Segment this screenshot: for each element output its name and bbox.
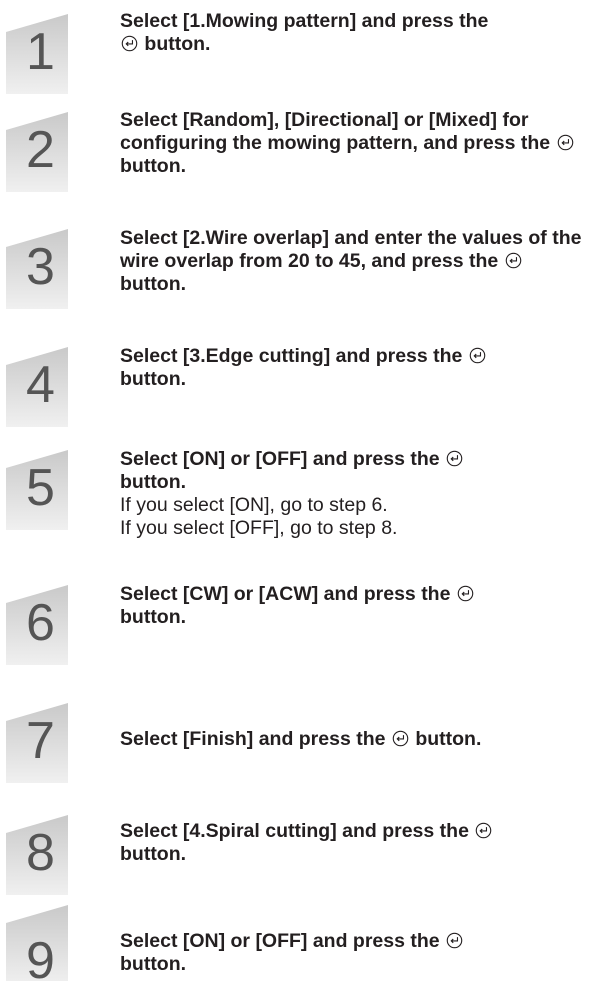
enter-button-icon [446, 450, 463, 467]
instruction-text: Select [3.Edge cutting] and press the [120, 345, 463, 367]
step-number: 5 [26, 459, 55, 517]
instruction-text-end: button. [120, 606, 187, 628]
instruction-text: Select [4.Spiral cutting] and press the [120, 820, 469, 842]
instruction-text-end: button. [120, 471, 187, 493]
enter-button-icon [121, 35, 138, 52]
instruction-text-end: button. [120, 273, 187, 295]
step-number-badge: 5 [6, 450, 68, 530]
instruction-text: Select [ON] or [OFF] and press the [120, 448, 440, 470]
step-number-badge: 2 [6, 112, 68, 192]
step-instruction: Select [CW] or [ACW] and press the butto… [120, 583, 592, 629]
step-number-badge: 4 [6, 347, 68, 427]
step-note: If you select [ON], go to step 6. [120, 494, 388, 516]
enter-button-icon [505, 252, 521, 269]
enter-button-icon [469, 347, 486, 364]
instruction-text: Select [1.Mowing pattern] and press the [120, 10, 489, 32]
step-number-badge: 1 [6, 14, 68, 94]
step-number-badge: 6 [6, 585, 68, 665]
step-instruction: Select [2.Wire overlap] and enter the va… [120, 227, 592, 296]
enter-button-icon [446, 932, 463, 949]
step-number: 3 [26, 238, 55, 296]
instruction-text-end: button. [120, 953, 187, 975]
step-note: If you select [OFF], go to step 8. [120, 517, 398, 539]
step-instruction: Select [4.Spiral cutting] and press the … [120, 820, 592, 866]
enter-button-icon [392, 730, 409, 747]
step-number-badge: 7 [6, 703, 68, 783]
step-instruction: Select [Random], [Directional] or [Mixed… [120, 109, 592, 178]
step-number: 6 [26, 594, 55, 652]
instruction-text: Select [Finish] and press the [120, 728, 386, 750]
step-number-badge: 9 [6, 905, 68, 981]
step-instruction: Select [1.Mowing pattern] and press the … [120, 10, 592, 56]
instruction-text: Select [Random], [Directional] or [Mixed… [120, 109, 551, 154]
enter-button-icon [476, 822, 492, 839]
step-number: 7 [26, 712, 55, 770]
instruction-text: Select [CW] or [ACW] and press the [120, 583, 451, 605]
step-number: 4 [26, 356, 55, 414]
instruction-text-end: button. [120, 368, 187, 390]
instruction-text-end: button. [144, 33, 211, 55]
instruction-text: Select [ON] or [OFF] and press the [120, 930, 440, 952]
enter-button-icon [557, 134, 573, 151]
instruction-text-end: button. [120, 843, 187, 865]
step-instruction: Select [ON] or [OFF] and press the butto… [120, 448, 592, 540]
step-number: 9 [26, 932, 55, 981]
step-number-badge: 3 [6, 229, 68, 309]
enter-button-icon [457, 585, 474, 602]
step-number: 8 [26, 824, 55, 882]
step-instruction: Select [Finish] and press the button. [120, 728, 592, 751]
step-number: 1 [26, 23, 55, 81]
step-number-badge: 8 [6, 815, 68, 895]
step-number: 2 [26, 121, 55, 179]
instruction-text-end: button. [120, 155, 187, 177]
step-instruction: Select [3.Edge cutting] and press the bu… [120, 345, 592, 391]
instruction-text-end: button. [415, 728, 482, 750]
step-instruction: Select [ON] or [OFF] and press the butto… [120, 930, 592, 976]
